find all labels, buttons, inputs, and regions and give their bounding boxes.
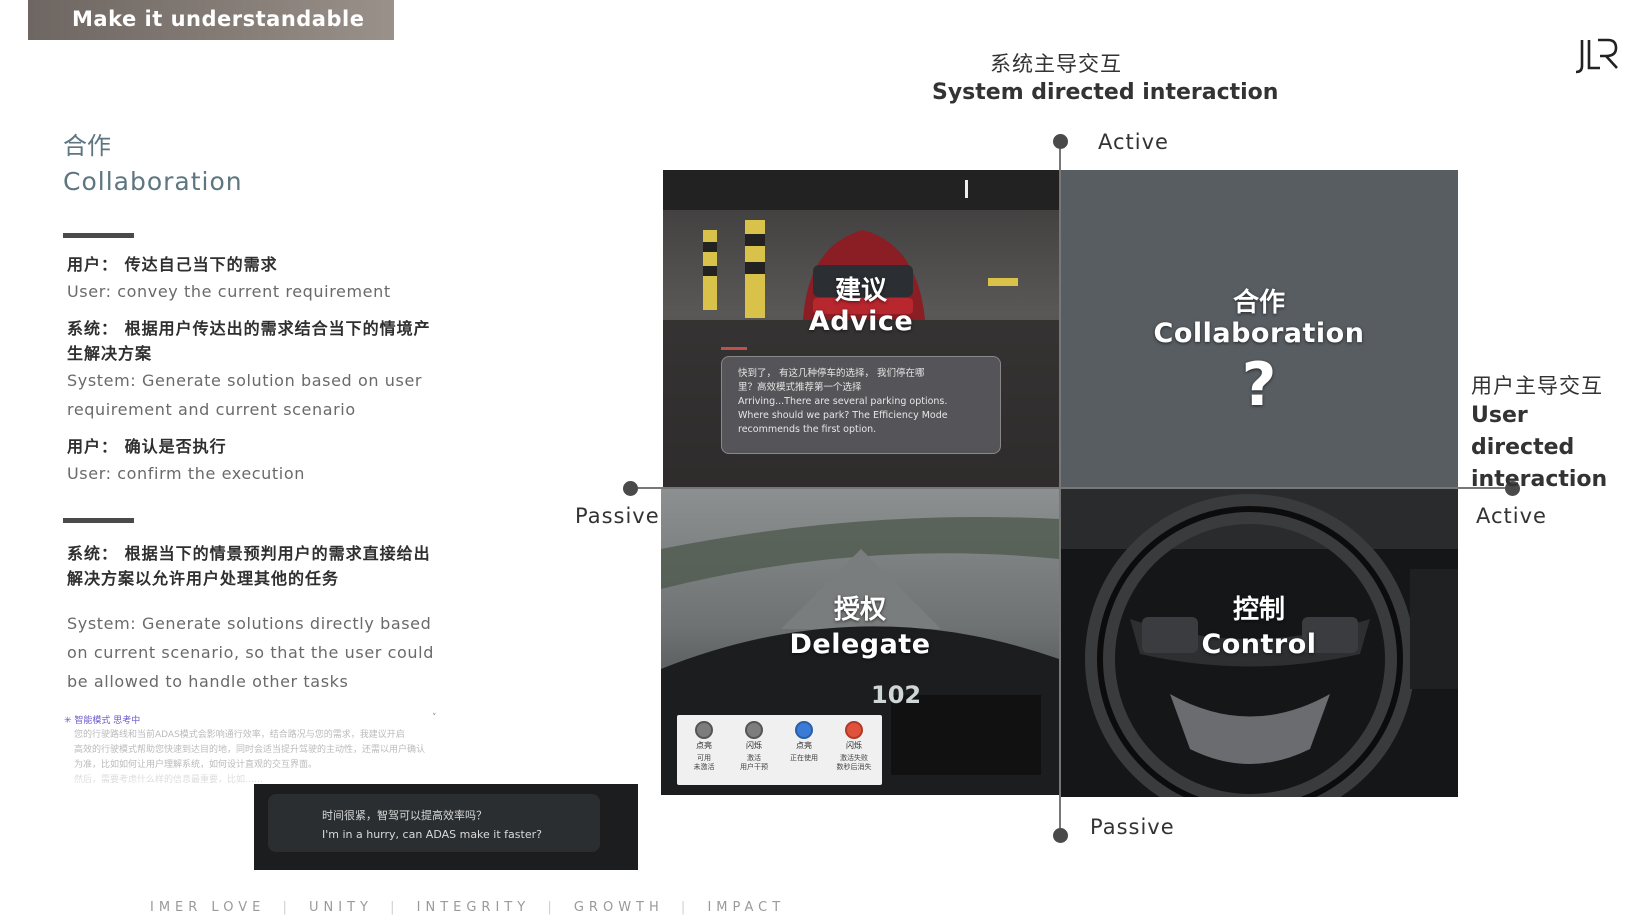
value-separator: | <box>547 900 557 915</box>
steering-wheel-icon <box>695 721 713 739</box>
collaboration-label-en: Collaboration <box>1153 318 1365 349</box>
voice-prompt-en: I'm in a hurry, can ADAS make it faster? <box>322 828 542 841</box>
voice-prompt-bubble: 时间很紧，智驾可以提高效率吗？ I'm in a hurry, can ADAS… <box>268 794 600 852</box>
section-divider <box>63 518 134 523</box>
quadrant-collaboration: 合作 Collaboration ? <box>1060 170 1458 488</box>
legend-available: 点亮 可用 未激活 <box>681 721 727 772</box>
card-text-zh: 里？高效模式推荐第一个选择 <box>738 382 862 393</box>
axis-end-dot <box>1053 134 1068 149</box>
system-step-zh-2: 生解决方案 <box>67 344 153 363</box>
company-values: IMER LOVE | UNITY | INTEGRITY | GROWTH |… <box>150 900 785 915</box>
delegation-zh-1: 系统： 根据当下的情景预判用户的需求直接给出 <box>67 544 431 563</box>
value-separator: | <box>282 900 292 915</box>
delegation-en-3: be allowed to handle other tasks <box>67 672 349 691</box>
axis-label-left-passive: Passive <box>575 504 660 528</box>
card-text-en: recommends the first option. <box>738 424 877 435</box>
value-item: IMER LOVE <box>150 900 266 915</box>
value-separator: | <box>390 900 400 915</box>
parking-suggestion-card: 快到了， 有这几种停车的选择， 我们停在哪 里？高效模式推荐第一个选择 Arri… <box>721 356 1001 454</box>
delegation-en-2: on current scenario, so that the user co… <box>67 643 434 662</box>
slide-title: Make it understandable <box>72 7 365 31</box>
jlr-logo-icon <box>1576 38 1618 74</box>
legend-failed: 闪烁 激活失败 数秒后消失 <box>831 721 877 772</box>
confirm-step-zh: 用户： 确认是否执行 <box>67 437 227 456</box>
delegation-en-1: System: Generate solutions directly base… <box>67 614 432 633</box>
axis-label-bottom-passive: Passive <box>1090 815 1175 839</box>
steering-wheel-icon <box>845 721 863 739</box>
card-text-en: Where should we park? The Efficiency Mod… <box>738 410 948 421</box>
user-directed-zh: 用户主导交互 <box>1471 374 1603 398</box>
legend-active: 闪烁 激活 用户干预 <box>731 721 777 772</box>
confirm-step-en: User: confirm the execution <box>67 464 305 483</box>
axis-label-top-active: Active <box>1098 130 1169 154</box>
chevron-down-icon[interactable]: ˅ <box>432 713 437 723</box>
system-step-zh-1: 系统： 根据用户传达出的需求结合当下的情境产 <box>67 319 431 338</box>
mini-chat-header: ✳ 智能模式 思考中 <box>64 716 141 726</box>
system-step-en-2: requirement and current scenario <box>67 400 356 419</box>
user-step-en: User: convey the current requirement <box>67 282 391 301</box>
axis-end-dot <box>1053 828 1068 843</box>
mini-chat-body: 您的行驶路线和当前ADAS模式会影响通行效率，结合路况与您的需求，我建议开启 高… <box>74 728 444 788</box>
value-item: INTEGRITY <box>416 900 531 915</box>
voice-prompt-zh: 时间很紧，智驾可以提高效率吗？ <box>322 809 487 822</box>
adas-status-legend: 点亮 可用 未激活 闪烁 激活 用户干预 点亮 正在使用 闪烁 激活失败 数秒后… <box>677 715 882 785</box>
card-text-en: Arriving...There are several parking opt… <box>738 396 948 407</box>
horizontal-axis <box>629 487 1511 489</box>
system-directed-en: System directed interaction <box>932 80 1279 105</box>
speedometer-readout: 102 <box>871 681 922 709</box>
value-separator: | <box>680 900 691 915</box>
quadrant-delegate: 授权 Delegate 102 点亮 可用 未激活 闪烁 激活 用户干预 点亮 … <box>661 489 1059 795</box>
section-heading-zh: 合作 <box>63 132 111 160</box>
slide-title-banner: Make it understandable <box>28 0 394 40</box>
system-directed-zh: 系统主导交互 <box>990 52 1122 76</box>
axis-label-right-active: Active <box>1476 504 1547 528</box>
system-step-en-1: System: Generate solution based on user <box>67 371 423 390</box>
advice-label-zh: 建议 <box>834 276 887 306</box>
steering-wheel-icon <box>795 721 813 739</box>
control-label-zh: 控制 <box>1232 595 1285 625</box>
legend-in-use: 点亮 正在使用 <box>781 721 827 763</box>
quadrant-control: 控制 Control <box>1060 489 1458 797</box>
section-heading-en: Collaboration <box>63 167 243 196</box>
mini-chat-line: 高效的行驶模式帮助您快速到达目的地，同时会适当提升驾驶的主动性，还需以用户确认 <box>74 745 426 755</box>
axis-end-dot <box>623 481 638 496</box>
quadrant-advice: 建议 Advice 快到了， 有这几种停车的选择， 我们停在哪 里？高效模式推荐… <box>663 170 1059 488</box>
card-text-zh: 快到了， 有这几种停车的选择， 我们停在哪 <box>738 368 925 379</box>
voice-prompt-panel: 时间很紧，智驾可以提高效率吗？ I'm in a hurry, can ADAS… <box>254 784 638 870</box>
value-item: UNITY <box>309 900 373 915</box>
collaboration-label-zh: 合作 <box>1232 288 1285 318</box>
control-label-en: Control <box>1201 629 1317 660</box>
mini-chat-line: 为准，比如如何让用户理解系统，如何设计直观的交互界面。 <box>74 760 318 770</box>
advice-label-en: Advice <box>808 306 914 337</box>
user-step-zh: 用户： 传达自己当下的需求 <box>67 255 278 274</box>
value-item: GROWTH <box>573 900 664 915</box>
delegate-label-en: Delegate <box>789 629 931 660</box>
delegation-zh-2: 解决方案以允许用户处理其他的任务 <box>67 569 340 588</box>
mini-chat-line: 您的行驶路线和当前ADAS模式会影响通行效率，结合路况与您的需求，我建议开启 <box>74 730 405 740</box>
question-mark-icon: ? <box>1241 350 1277 420</box>
delegation-description: 系统： 根据当下的情景预判用户的需求直接给出 解决方案以允许用户处理其他的任务 … <box>67 541 434 696</box>
collaboration-steps: 用户： 传达自己当下的需求 User: convey the current r… <box>67 252 431 488</box>
delegate-label-zh: 授权 <box>833 595 886 625</box>
section-divider <box>63 233 134 238</box>
user-directed-en: User directed interaction <box>1471 403 1608 492</box>
steering-wheel-icon <box>745 721 763 739</box>
value-item: IMPACT <box>707 900 786 915</box>
